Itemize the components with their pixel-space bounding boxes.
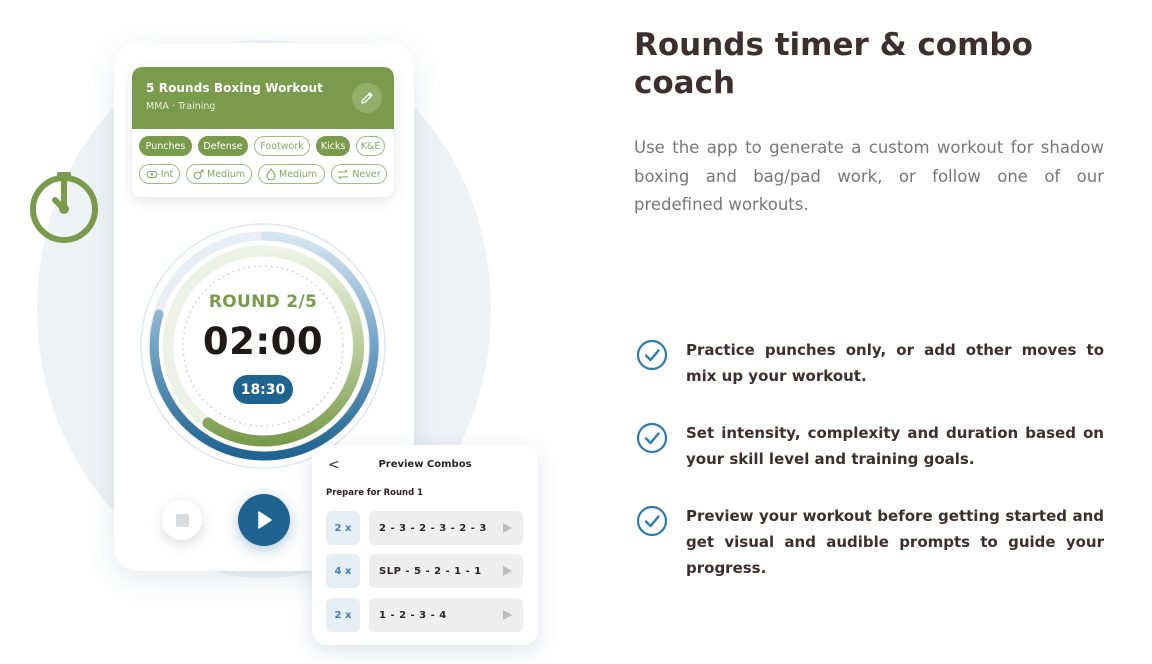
round-label: ROUND 2/5 xyxy=(208,292,318,312)
round-time: 02:00 xyxy=(202,320,324,363)
combo-multiplier: 2 x xyxy=(326,511,360,545)
play-combo-icon[interactable] xyxy=(503,610,512,620)
chip-k-and-e[interactable]: K&E xyxy=(356,136,385,156)
preview-title: Preview Combos xyxy=(378,459,472,470)
combo-row[interactable]: 2 x 2 - 3 - 2 - 3 - 2 - 3 xyxy=(326,511,524,545)
combo-sequence-text: 1 - 2 - 3 - 4 xyxy=(379,609,447,621)
level-icon xyxy=(146,170,158,178)
section-heading: Rounds timer & combo coach xyxy=(634,27,1033,101)
combo-sequence-text: SLP - 5 - 2 - 1 - 1 xyxy=(379,565,482,577)
combo-multiplier: 2 x xyxy=(326,598,360,632)
chip-kicks[interactable]: Kicks xyxy=(316,136,350,156)
intensity-icon xyxy=(193,168,204,179)
edit-workout-button[interactable] xyxy=(352,83,382,113)
play-icon xyxy=(258,511,272,529)
play-combo-icon[interactable] xyxy=(503,566,512,576)
check-circle-icon xyxy=(636,339,668,371)
combo-row[interactable]: 4 x SLP - 5 - 2 - 1 - 1 xyxy=(326,554,524,588)
combo-sequence-text: 2 - 3 - 2 - 3 - 2 - 3 xyxy=(379,522,487,534)
chip-level[interactable]: Int xyxy=(139,164,180,184)
prepare-label: Prepare for Round 1 xyxy=(326,488,424,498)
check-circle-icon xyxy=(636,422,668,454)
feature-text: Preview your workout before getting star… xyxy=(686,507,1104,577)
chip-complexity-label: Medium xyxy=(279,168,317,180)
chip-intensity-label: Medium xyxy=(207,168,245,180)
preview-combos-panel: < Preview Combos Prepare for Round 1 2 x… xyxy=(312,445,538,645)
combo-multiplier: 4 x xyxy=(326,554,360,588)
workout-card-header: 5 Rounds Boxing Workout MMA · Training xyxy=(132,67,394,129)
chip-intensity[interactable]: Medium xyxy=(186,164,252,184)
feature-text: Set intensity, complexity and duration b… xyxy=(686,424,1104,468)
repeat-icon xyxy=(338,169,348,179)
section-description: Use the app to generate a custom workout… xyxy=(634,138,1104,214)
combo-sequence: 2 - 3 - 2 - 3 - 2 - 3 xyxy=(369,511,523,545)
check-circle-icon xyxy=(636,505,668,537)
workout-card[interactable]: 5 Rounds Boxing Workout MMA · Training P… xyxy=(132,67,394,197)
workout-title: 5 Rounds Boxing Workout xyxy=(146,81,324,95)
setting-chips: Int Medium Medium Never xyxy=(139,164,389,184)
stopwatch-icon xyxy=(30,172,98,243)
combo-sequence: SLP - 5 - 2 - 1 - 1 xyxy=(369,554,523,588)
total-remaining-badge: 18:30 xyxy=(233,375,293,404)
workout-subtitle: MMA · Training xyxy=(146,101,216,112)
drop-icon xyxy=(266,168,276,180)
chip-complexity[interactable]: Medium xyxy=(258,164,325,184)
play-combo-icon[interactable] xyxy=(503,523,512,533)
chip-footwork[interactable]: Footwork xyxy=(254,136,310,156)
feature-text: Practice punches only, or add other move… xyxy=(686,341,1104,385)
chip-repeat-label: Never xyxy=(352,168,381,180)
play-button[interactable] xyxy=(238,494,290,546)
stop-icon xyxy=(175,513,189,527)
move-chips: Punches Defense Footwork Kicks K&E xyxy=(139,136,389,156)
chip-level-label: Int xyxy=(160,168,174,180)
stop-button[interactable] xyxy=(162,500,202,540)
combo-row[interactable]: 2 x 1 - 2 - 3 - 4 xyxy=(326,598,524,632)
chip-repeat[interactable]: Never xyxy=(331,164,387,184)
pencil-icon xyxy=(361,92,373,104)
combo-sequence: 1 - 2 - 3 - 4 xyxy=(369,598,523,632)
chip-punches[interactable]: Punches xyxy=(139,136,192,156)
chip-defense[interactable]: Defense xyxy=(198,136,248,156)
